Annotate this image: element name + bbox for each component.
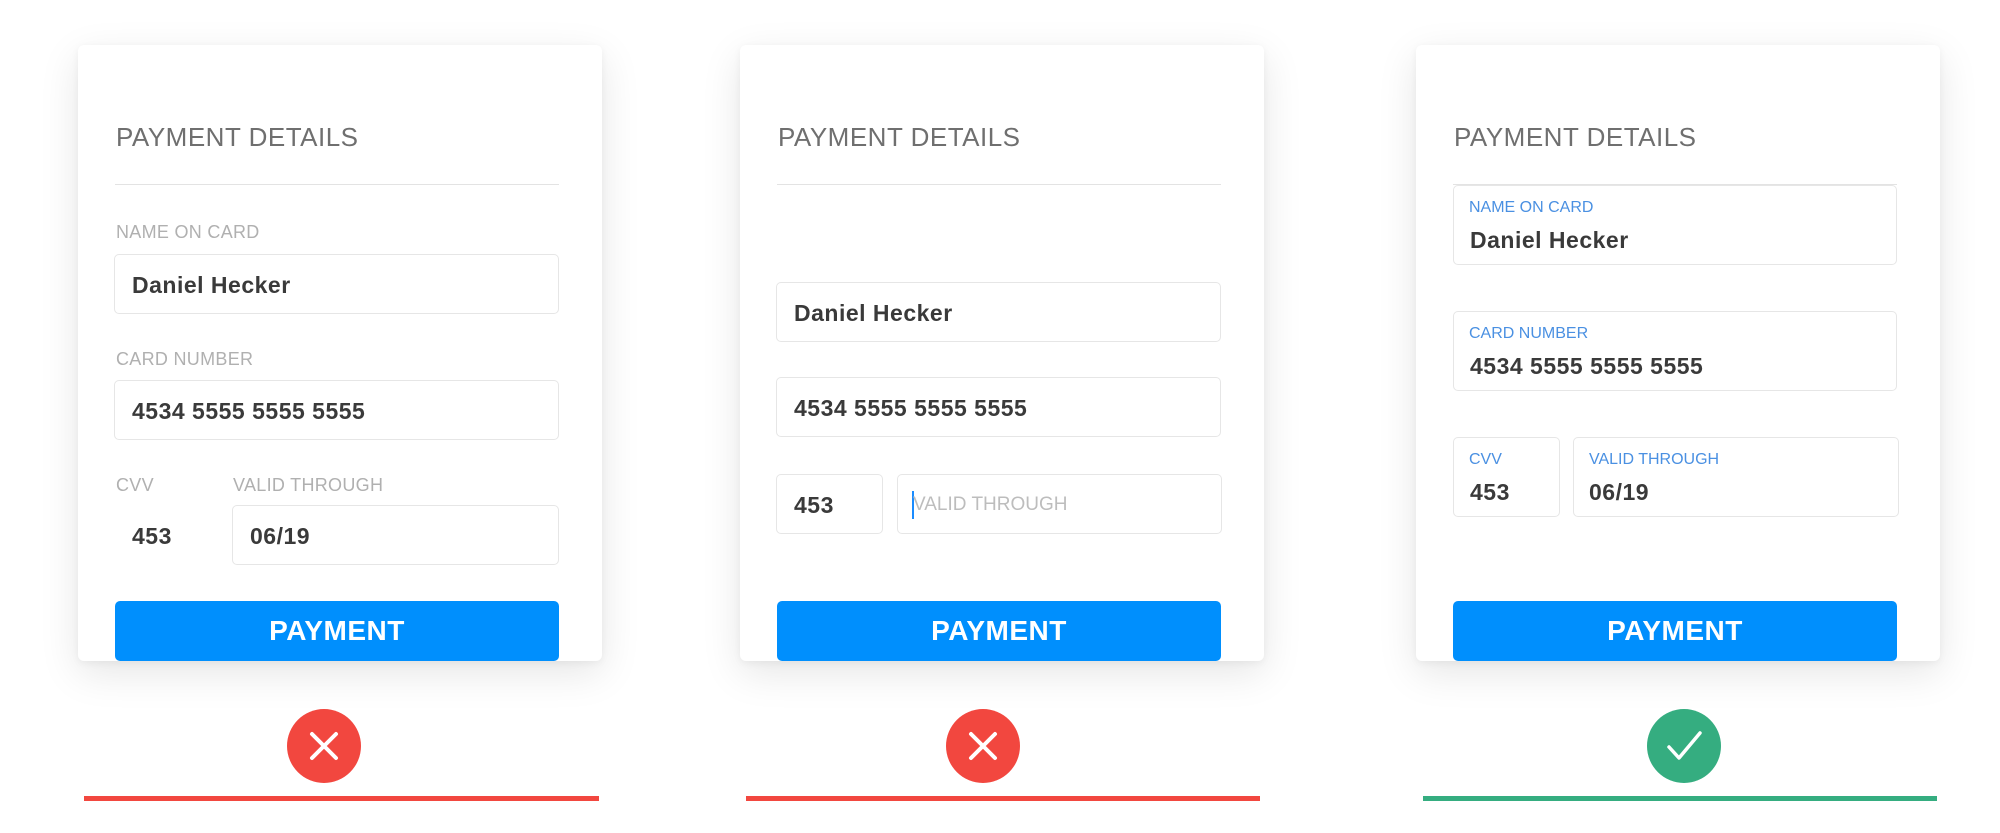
divider (115, 184, 559, 185)
name-label: NAME ON CARD (116, 222, 260, 242)
x-icon (287, 709, 361, 783)
cvv-label: CVV (116, 475, 154, 495)
name-input[interactable]: Daniel Hecker (114, 254, 559, 314)
cvv-label: CVV (1469, 451, 1502, 468)
cvv-value: 453 (132, 523, 172, 549)
valid-through-label: VALID THROUGH (1589, 451, 1720, 468)
payment-button[interactable]: PAYMENT (115, 601, 559, 661)
name-label: NAME ON CARD (1469, 199, 1594, 216)
card-number-input[interactable]: 4534 5555 5555 5555 (114, 380, 559, 440)
name-value: Daniel Hecker (1470, 227, 1629, 253)
card-title: PAYMENT DETAILS (778, 122, 1021, 152)
card-number-value: 4534 5555 5555 5555 (1470, 353, 1704, 379)
cvv-input[interactable]: 453 (114, 505, 221, 565)
payment-card-labels-above: PAYMENT DETAILS NAME ON CARD Daniel Heck… (78, 45, 602, 661)
name-value: Daniel Hecker (794, 300, 953, 326)
payment-button[interactable]: PAYMENT (1453, 601, 1897, 661)
card-number-label: CARD NUMBER (1469, 325, 1589, 342)
valid-through-value: 06/19 (250, 523, 311, 549)
valid-through-input[interactable]: 06/19 (232, 505, 559, 565)
divider (777, 184, 1221, 185)
card-number-label: CARD NUMBER (116, 349, 254, 369)
error-underline (746, 796, 1260, 801)
cvv-value: 453 (794, 492, 834, 518)
cvv-value: 453 (1470, 479, 1510, 505)
card-number-value: 4534 5555 5555 5555 (794, 395, 1028, 421)
valid-through-input[interactable]: VALID THROUGH (897, 474, 1222, 534)
payment-button[interactable]: PAYMENT (777, 601, 1221, 661)
name-input[interactable]: Daniel Hecker (776, 282, 1221, 342)
x-icon (946, 709, 1020, 783)
payment-card-placeholder-labels: PAYMENT DETAILS Daniel Hecker 4534 5555 … (740, 45, 1264, 661)
card-number-input[interactable]: CARD NUMBER 4534 5555 5555 5555 (1453, 311, 1897, 391)
payment-card-floating-labels: PAYMENT DETAILS NAME ON CARD Daniel Heck… (1416, 45, 1940, 661)
card-number-value: 4534 5555 5555 5555 (132, 398, 366, 424)
cvv-input[interactable]: CVV 453 (1453, 437, 1560, 517)
card-title: PAYMENT DETAILS (1454, 122, 1697, 152)
name-value: Daniel Hecker (132, 272, 291, 298)
valid-through-input[interactable]: VALID THROUGH 06/19 (1573, 437, 1899, 517)
success-underline (1423, 796, 1937, 801)
valid-through-value: 06/19 (1589, 479, 1650, 505)
error-underline (84, 796, 599, 801)
card-number-input[interactable]: 4534 5555 5555 5555 (776, 377, 1221, 437)
valid-through-placeholder: VALID THROUGH (913, 494, 1068, 515)
valid-through-label: VALID THROUGH (233, 475, 384, 495)
name-input[interactable]: NAME ON CARD Daniel Hecker (1453, 185, 1897, 265)
cvv-input[interactable]: 453 (776, 474, 883, 534)
check-icon (1647, 709, 1721, 783)
card-title: PAYMENT DETAILS (116, 122, 359, 152)
